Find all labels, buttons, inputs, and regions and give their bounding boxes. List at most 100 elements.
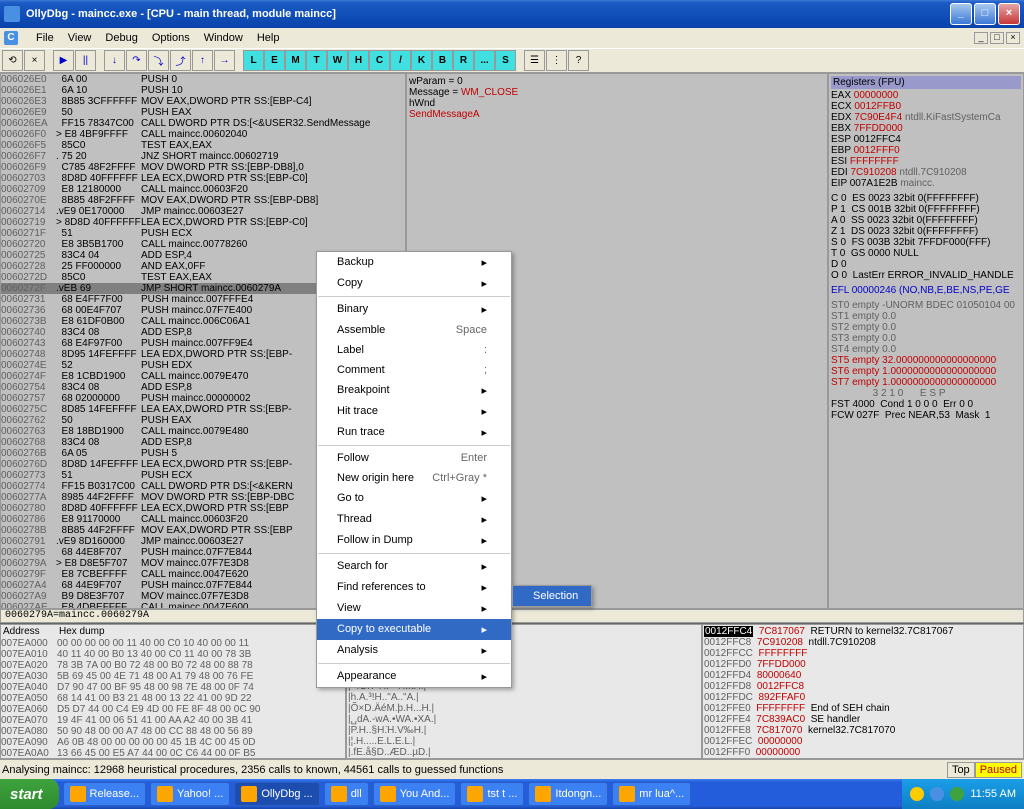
menu-item-backup[interactable]: Backup▸	[317, 252, 511, 273]
dump-row[interactable]: 007EA02078 3B 7A 00 B0 72 48 00 B0 72 48…	[1, 660, 345, 671]
disasm-row[interactable]: 006026E3 8B85 3CFFFFFFMOV EAX,DWORD PTR …	[1, 96, 405, 107]
menu-item-follow[interactable]: FollowEnter	[317, 448, 511, 468]
menu-help[interactable]: Help	[257, 32, 280, 44]
disasm-row[interactable]: 006026F9 C785 48F2FFFFMOV DWORD PTR SS:[…	[1, 162, 405, 173]
toolbar-K-button[interactable]: K	[411, 50, 432, 71]
context-menu[interactable]: Backup▸Copy▸ Binary▸AssembleSpaceLabel: Co…	[316, 251, 512, 688]
hex-dump-pane[interactable]: AddressHex dump 007EA00000 00 00 00 00 1…	[0, 624, 346, 759]
menu-item-hit-trace[interactable]: Hit trace▸	[317, 401, 511, 422]
dump-row[interactable]: 007EA090A6 0B 48 00 00 00 00 00 45 1B 4C…	[1, 737, 345, 748]
start-button[interactable]: start	[0, 779, 59, 809]
menu-item-view[interactable]: View▸	[317, 598, 511, 619]
toolbar-/-button[interactable]: /	[390, 50, 411, 71]
ascii-row[interactable]: |c)D.ÐnM.4qK.frK.|	[348, 758, 700, 759]
stack-row[interactable]: 0012FFE4 7C839AC0 SE handler	[704, 714, 1022, 725]
toolbar-S-button[interactable]: S	[495, 50, 516, 71]
toolbar-W-button[interactable]: W	[327, 50, 348, 71]
context-submenu[interactable]: Selection	[512, 585, 592, 607]
menu-debug[interactable]: Debug	[105, 32, 137, 44]
menu-item-find-references-to[interactable]: Find references to▸	[317, 577, 511, 598]
mdi-minimize[interactable]: _	[974, 32, 988, 44]
trace-into-button[interactable]: ⤵	[148, 50, 169, 71]
disasm-row[interactable]: 00602709 E8 12180000CALL maincc.00603F20	[1, 184, 405, 195]
util1-button[interactable]: ☰	[524, 50, 545, 71]
stack-row[interactable]: 0012FFD4 80000640	[704, 670, 1022, 681]
taskbar-item[interactable]: Yahoo! ...	[150, 782, 230, 806]
dump-row[interactable]: 007EA08050 90 48 00 00 A7 48 00 CC 88 48…	[1, 726, 345, 737]
disasm-row[interactable]: 006026E9 50PUSH EAX	[1, 107, 405, 118]
status-top[interactable]: Top	[947, 762, 975, 778]
menu-item-thread[interactable]: Thread▸	[317, 509, 511, 530]
tray-icon[interactable]	[950, 787, 964, 801]
taskbar-item[interactable]: OllyDbg ...	[234, 782, 319, 806]
toolbar-L-button[interactable]: L	[243, 50, 264, 71]
disasm-row[interactable]: 0060270E 8B85 48F2FFFFMOV EAX,DWORD PTR …	[1, 195, 405, 206]
menu-item-analysis[interactable]: Analysis▸	[317, 640, 511, 661]
disasm-row[interactable]: 00602714.vE9 0E170000JMP maincc.00603E27	[1, 206, 405, 217]
registers-pane[interactable]: Registers (FPU) EAX 00000000 ECX 0012FFB…	[828, 73, 1024, 609]
mdi-close[interactable]: ×	[1006, 32, 1020, 44]
ascii-row[interactable]: |¦.H.....E.L.E.L.|	[348, 736, 700, 747]
dump-row[interactable]: 007EA05068 14 41 00 B3 21 48 00 13 22 41…	[1, 693, 345, 704]
disasm-row[interactable]: 006026EA FF15 78347C00CALL DWORD PTR DS:…	[1, 118, 405, 129]
taskbar-item[interactable]: You And...	[373, 782, 457, 806]
goto-button[interactable]: →	[214, 50, 235, 71]
help-button[interactable]: ?	[568, 50, 589, 71]
restart-button[interactable]: ⟲	[2, 50, 23, 71]
menu-item-copy-to-executable[interactable]: Copy to executable▸	[317, 619, 511, 640]
dump-row[interactable]: 007EA060D5 D7 44 00 C4 E9 4D 00 FE 8F 48…	[1, 704, 345, 715]
menu-item-binary[interactable]: Binary▸	[317, 299, 511, 320]
disasm-row[interactable]: 00602703 8D8D 40FFFFFFLEA ECX,DWORD PTR …	[1, 173, 405, 184]
stack-row[interactable]: 0012FFC8 7C910208 ntdll.7C910208	[704, 637, 1022, 648]
ascii-row[interactable]: |.fE.å§D..ÆD..µD.|	[348, 747, 700, 758]
stack-row[interactable]: 0012FFC4 7C817067 RETURN to kernel32.7C8…	[704, 626, 1022, 637]
menu-item-follow-in-dump[interactable]: Follow in Dump▸	[317, 530, 511, 551]
mdi-restore[interactable]: □	[990, 32, 1004, 44]
stack-row[interactable]: 0012FFDC 892FFAF0	[704, 692, 1022, 703]
toolbar-M-button[interactable]: M	[285, 50, 306, 71]
menu-item-label[interactable]: Label:	[317, 340, 511, 360]
stack-pane[interactable]: 0012FFC4 7C817067 RETURN to kernel32.7C8…	[702, 624, 1024, 759]
step-over-button[interactable]: ↷	[126, 50, 147, 71]
stack-row[interactable]: 0012FFEC 00000000	[704, 736, 1022, 747]
dump-row[interactable]: 007EA07019 4F 41 00 06 51 41 00 AA A2 40…	[1, 715, 345, 726]
disasm-row[interactable]: 006026E1 6A 10PUSH 10	[1, 85, 405, 96]
ascii-row[interactable]: |Õ×D.ÄéM.þ.H...H.|	[348, 703, 700, 714]
pause-button[interactable]: ||	[75, 50, 96, 71]
submenu-item-selection[interactable]: Selection	[513, 586, 591, 606]
toolbar-R-button[interactable]: R	[453, 50, 474, 71]
tray-icon[interactable]	[910, 787, 924, 801]
ascii-row[interactable]: |␣dA.-wA.•WA.•XA.|	[348, 714, 700, 725]
taskbar-item[interactable]: dll	[324, 782, 369, 806]
util2-button[interactable]: ⋮	[546, 50, 567, 71]
toolbar-T-button[interactable]: T	[306, 50, 327, 71]
toolbar-E-button[interactable]: E	[264, 50, 285, 71]
taskbar-item[interactable]: mr lua^...	[612, 782, 691, 806]
disasm-row[interactable]: 0060271F 51PUSH ECX	[1, 228, 405, 239]
stack-row[interactable]: 0012FFCC FFFFFFFF	[704, 648, 1022, 659]
menu-item-go-to[interactable]: Go to▸	[317, 488, 511, 509]
taskbar-item[interactable]: tst t ...	[460, 782, 524, 806]
dump-row[interactable]: 007EA0A013 66 45 00 E5 A7 44 00 0C C6 44…	[1, 748, 345, 759]
ascii-row[interactable]: |h.A.³!H.."A.."A.|	[348, 692, 700, 703]
menu-view[interactable]: View	[68, 32, 92, 44]
ascii-row[interactable]: |P.H..§H.̈H.V‰H.|	[348, 725, 700, 736]
trace-over-button[interactable]: ⤴	[170, 50, 191, 71]
toolbar-B-button[interactable]: B	[432, 50, 453, 71]
menu-item-assemble[interactable]: AssembleSpace	[317, 320, 511, 340]
menu-item-copy[interactable]: Copy▸	[317, 273, 511, 294]
menu-file[interactable]: File	[36, 32, 54, 44]
stack-row[interactable]: 0012FFD0 7FFDD000	[704, 659, 1022, 670]
toolbar-C-button[interactable]: C	[369, 50, 390, 71]
minimize-button[interactable]: _	[950, 3, 972, 25]
disasm-row[interactable]: 006026E0 6A 00PUSH 0	[1, 74, 405, 85]
taskbar-item[interactable]: Itdongn...	[528, 782, 608, 806]
system-tray[interactable]: 11:55 AM	[902, 779, 1024, 809]
stack-row[interactable]: 0012FFE0 FFFFFFFF End of SEH chain	[704, 703, 1022, 714]
stack-row[interactable]: 0012FFD8 0012FFC8	[704, 681, 1022, 692]
dump-row[interactable]: 007EA0305B 69 45 00 4E 71 48 00 A1 79 48…	[1, 671, 345, 682]
menu-window[interactable]: Window	[204, 32, 243, 44]
disasm-row[interactable]: 006026F7. 75 20JNZ SHORT maincc.00602719	[1, 151, 405, 162]
stack-row[interactable]: 0012FFF4 00000000	[704, 758, 1022, 759]
run-button[interactable]: ▶	[53, 50, 74, 71]
